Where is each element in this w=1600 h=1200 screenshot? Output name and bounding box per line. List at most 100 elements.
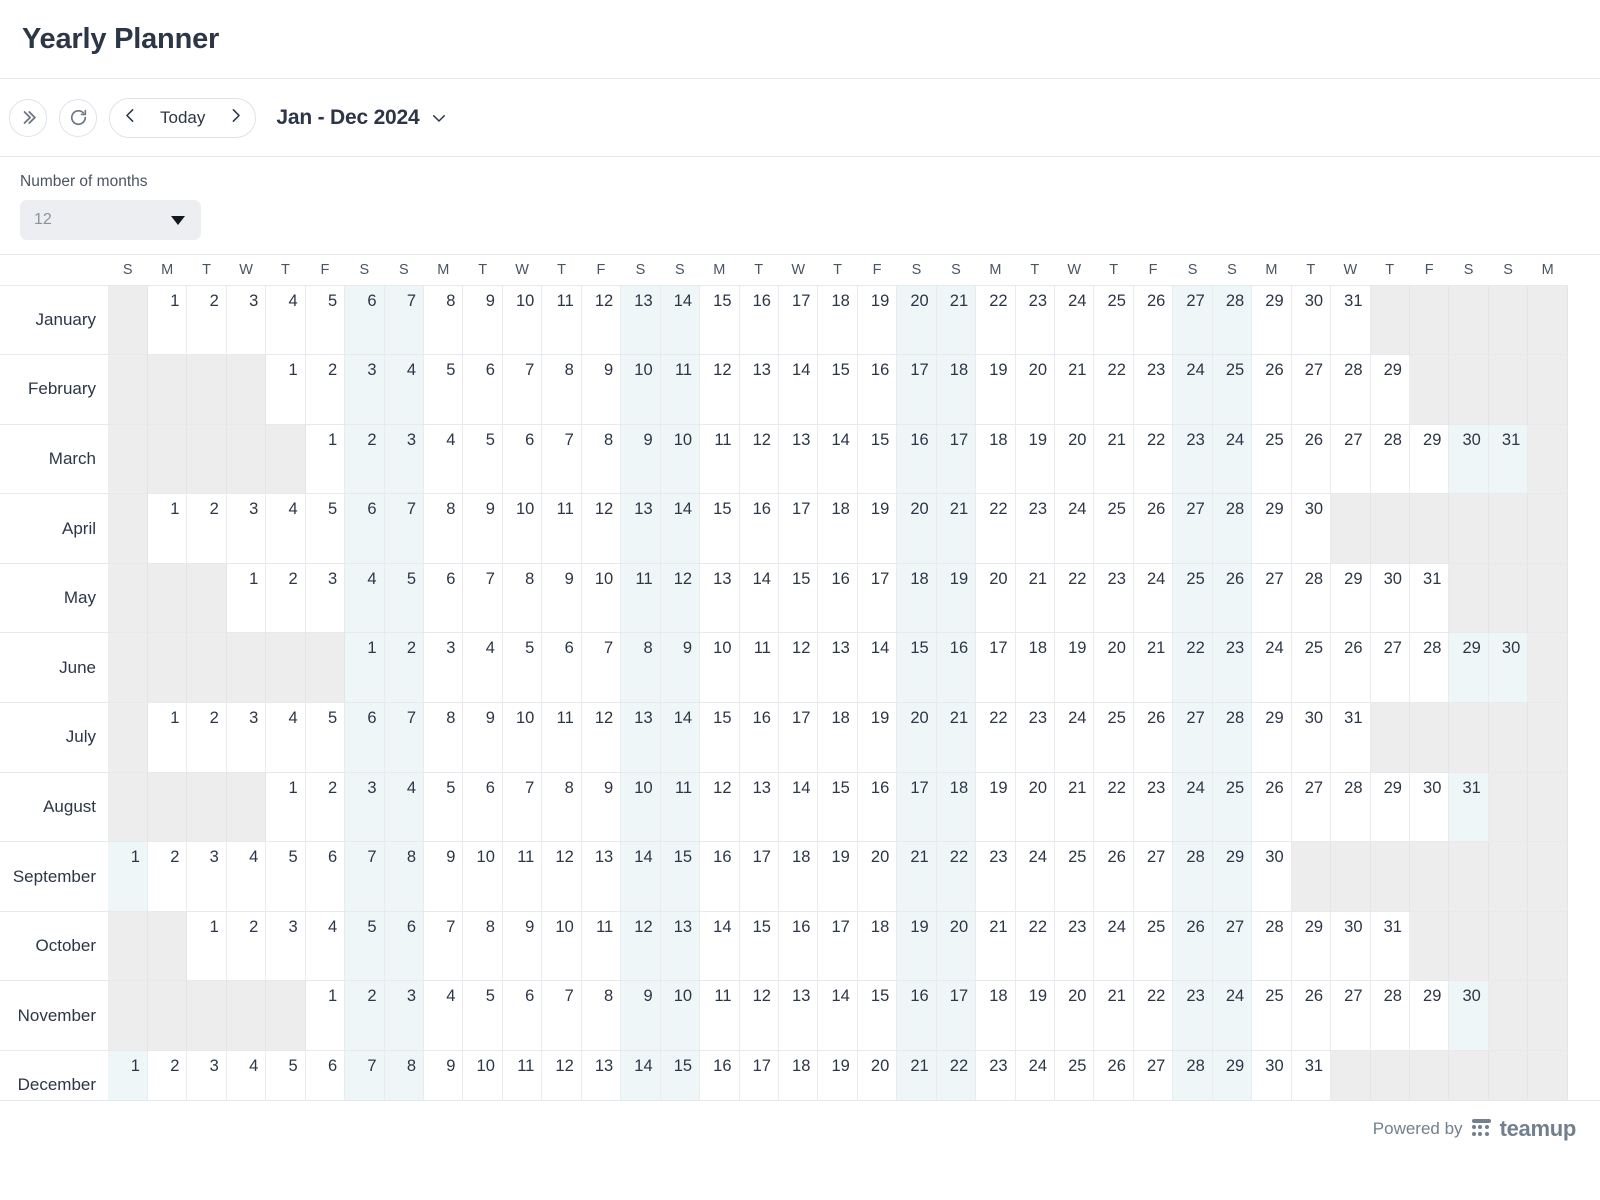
day-cell[interactable]: 24 [1093,911,1134,982]
day-cell[interactable]: 18 [817,702,858,773]
day-cell[interactable]: 2 [186,285,227,356]
day-cell[interactable]: 8 [462,911,503,982]
day-cell[interactable]: 3 [384,980,425,1052]
day-cell[interactable]: 30 [1409,772,1450,843]
day-cell[interactable]: 6 [502,424,543,495]
expand-sidebar-button[interactable] [9,98,47,137]
day-cell[interactable]: 12 [581,285,622,356]
day-cell[interactable]: 2 [384,632,425,704]
day-cell[interactable]: 29 [1370,772,1410,843]
day-cell[interactable]: 5 [305,702,346,773]
day-cell[interactable]: 1 [305,424,346,495]
day-cell[interactable]: 13 [739,772,779,843]
day-cell[interactable]: 14 [620,841,661,912]
day-cell[interactable]: 30 [1330,911,1371,982]
day-cell[interactable]: 4 [226,841,267,912]
day-cell[interactable]: 27 [1370,632,1410,704]
day-cell[interactable]: 29 [1251,285,1292,356]
day-cell[interactable]: 28 [1409,632,1450,704]
day-cell[interactable]: 24 [1054,493,1095,564]
day-cell[interactable]: 4 [305,911,346,982]
day-cell[interactable]: 22 [975,702,1016,773]
day-cell[interactable]: 24 [1212,980,1253,1052]
day-cell[interactable]: 6 [462,354,503,425]
day-cell[interactable]: 30 [1291,285,1332,356]
day-cell[interactable]: 29 [1251,702,1292,773]
day-cell[interactable]: 12 [699,772,740,843]
day-cell[interactable]: 8 [581,980,622,1052]
day-cell[interactable]: 25 [1054,1050,1095,1100]
day-cell[interactable]: 1 [108,1050,148,1100]
day-cell[interactable]: 7 [502,772,543,843]
day-cell[interactable]: 31 [1409,563,1450,634]
day-cell[interactable]: 15 [896,632,937,704]
day-cell[interactable]: 21 [1093,424,1134,495]
day-cell[interactable]: 3 [305,563,346,634]
day-cell[interactable]: 14 [699,911,740,982]
day-cell[interactable]: 27 [1133,841,1174,912]
day-cell[interactable]: 7 [344,1050,385,1100]
day-cell[interactable]: 26 [1251,354,1292,425]
day-cell[interactable]: 5 [502,632,543,704]
day-cell[interactable]: 31 [1370,911,1410,982]
day-cell[interactable]: 3 [226,285,267,356]
day-cell[interactable]: 26 [1133,493,1174,564]
day-cell[interactable]: 17 [936,980,977,1052]
day-cell[interactable]: 10 [502,285,543,356]
day-cell[interactable]: 6 [305,841,346,912]
day-cell[interactable]: 11 [660,354,701,425]
day-cell[interactable]: 27 [1172,702,1213,773]
day-cell[interactable]: 13 [620,493,661,564]
day-cell[interactable]: 10 [660,980,701,1052]
day-cell[interactable]: 10 [502,702,543,773]
day-cell[interactable]: 11 [541,285,582,356]
day-cell[interactable]: 30 [1251,1050,1292,1100]
day-cell[interactable]: 5 [305,493,346,564]
day-cell[interactable]: 21 [1015,563,1056,634]
day-cell[interactable]: 26 [1133,285,1174,356]
day-cell[interactable]: 4 [265,493,306,564]
day-cell[interactable]: 22 [936,841,977,912]
day-cell[interactable]: 19 [975,772,1016,843]
day-cell[interactable]: 4 [384,772,425,843]
day-cell[interactable]: 4 [423,980,464,1052]
day-cell[interactable]: 20 [1054,980,1095,1052]
day-cell[interactable]: 23 [1054,911,1095,982]
day-cell[interactable]: 10 [502,493,543,564]
day-cell[interactable]: 8 [541,772,582,843]
day-cell[interactable]: 4 [384,354,425,425]
day-cell[interactable]: 18 [1015,632,1056,704]
day-cell[interactable]: 21 [896,841,937,912]
day-cell[interactable]: 21 [936,702,977,773]
day-cell[interactable]: 24 [1015,841,1056,912]
day-cell[interactable]: 1 [147,285,188,356]
day-cell[interactable]: 18 [778,841,819,912]
day-cell[interactable]: 3 [186,1050,227,1100]
day-cell[interactable]: 13 [817,632,858,704]
day-cell[interactable]: 22 [1133,424,1174,495]
day-cell[interactable]: 27 [1133,1050,1174,1100]
day-cell[interactable]: 11 [502,841,543,912]
day-cell[interactable]: 21 [936,493,977,564]
day-cell[interactable]: 21 [936,285,977,356]
day-cell[interactable]: 22 [936,1050,977,1100]
next-period-button[interactable] [215,99,255,137]
day-cell[interactable]: 10 [541,911,582,982]
day-cell[interactable]: 20 [857,1050,898,1100]
day-cell[interactable]: 8 [423,285,464,356]
day-cell[interactable]: 9 [620,980,661,1052]
day-cell[interactable]: 17 [739,1050,779,1100]
day-cell[interactable]: 28 [1212,493,1253,564]
day-cell[interactable]: 4 [423,424,464,495]
day-cell[interactable]: 22 [1054,563,1095,634]
day-cell[interactable]: 21 [1093,980,1134,1052]
day-cell[interactable]: 17 [896,772,937,843]
day-cell[interactable]: 24 [1172,772,1213,843]
day-cell[interactable]: 14 [778,354,819,425]
day-cell[interactable]: 27 [1212,911,1253,982]
day-cell[interactable]: 15 [817,772,858,843]
day-cell[interactable]: 14 [857,632,898,704]
day-cell[interactable]: 9 [462,702,503,773]
day-cell[interactable]: 17 [857,563,898,634]
day-cell[interactable]: 1 [147,493,188,564]
